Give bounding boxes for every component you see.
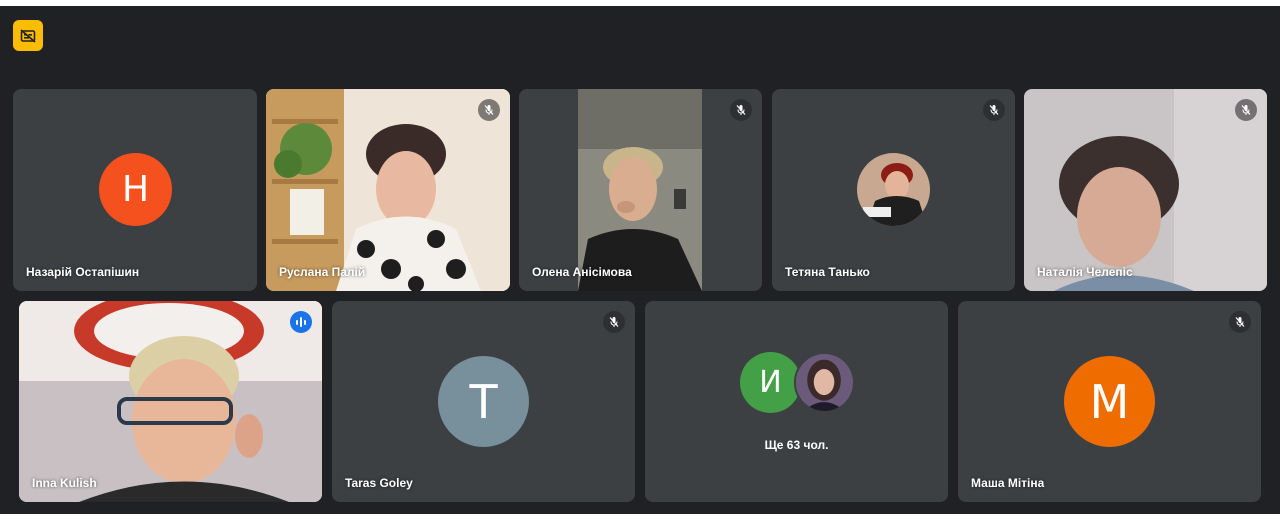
participant-tile[interactable]: Inna Kulish [19, 301, 322, 502]
participant-tile[interactable]: T Taras Goley [332, 301, 635, 502]
avatar: M [1064, 356, 1155, 447]
mic-off-icon [609, 317, 619, 327]
mic-off-button[interactable] [1229, 311, 1251, 333]
participant-tile[interactable]: M Маша Мітіна [958, 301, 1261, 502]
mic-off-button[interactable] [1235, 99, 1257, 121]
participant-name: Руслана Палій [279, 265, 366, 279]
participant-tile[interactable]: Руслана Палій [266, 89, 510, 291]
mic-off-icon [989, 105, 999, 115]
avatar: Н [99, 153, 172, 226]
avatar [857, 153, 930, 226]
others-tile[interactable]: И Ще 63 чол. [645, 301, 948, 502]
avatar-initial: T [469, 374, 498, 429]
avatar: И [740, 352, 801, 413]
participant-name: Олена Анісімова [532, 265, 632, 279]
mic-off-button[interactable] [603, 311, 625, 333]
participant-tile[interactable]: Тетяна Танько [772, 89, 1015, 291]
video-feed [1024, 89, 1267, 291]
mic-off-icon [1241, 105, 1251, 115]
avatar [794, 352, 855, 413]
more-participants-label: Ще 63 чол. [764, 438, 829, 452]
speaking-indicator-icon [290, 311, 312, 333]
top-bar [0, 0, 1280, 6]
participant-name: Маша Мітіна [971, 476, 1045, 490]
participant-tile[interactable]: Н Назарій Остапішин [13, 89, 257, 291]
participant-tile[interactable]: Олена Анісімова [519, 89, 762, 291]
participant-tile[interactable]: Наталія Челепіс [1024, 89, 1267, 291]
mic-off-button[interactable] [478, 99, 500, 121]
mic-off-icon [1235, 317, 1245, 327]
mic-off-icon [484, 105, 494, 115]
avatar-initial: И [759, 365, 782, 400]
avatar-initial: M [1089, 374, 1130, 429]
captions-off-icon [20, 28, 36, 43]
video-feed [578, 89, 702, 291]
participant-name: Назарій Остапішин [26, 265, 140, 279]
participant-name: Наталія Челепіс [1037, 265, 1133, 279]
avatar-initial: Н [121, 169, 150, 210]
mic-off-button[interactable] [983, 99, 1005, 121]
participant-name: Taras Goley [345, 476, 413, 490]
avatar: T [438, 356, 529, 447]
video-feed [266, 89, 510, 291]
participant-name: Inna Kulish [32, 476, 97, 490]
mic-off-icon [736, 105, 746, 115]
captions-off-button[interactable] [13, 20, 43, 51]
mic-off-button[interactable] [730, 99, 752, 121]
video-feed [19, 301, 322, 502]
participant-name: Тетяна Танько [785, 265, 870, 279]
